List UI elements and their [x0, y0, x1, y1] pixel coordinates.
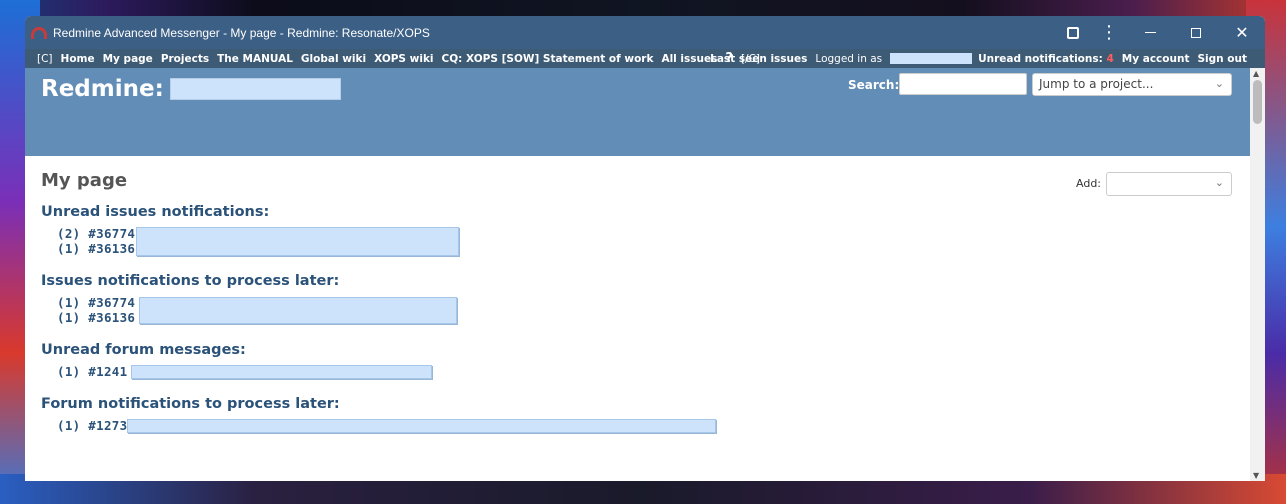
- main-content: My page Add: ⌄ Unread issues notificatio…: [25, 156, 1265, 480]
- notification-item[interactable]: (1) #36136: [57, 310, 135, 325]
- notification-item[interactable]: (1) #36774: [57, 295, 135, 310]
- menu-the-manual[interactable]: The MANUAL: [217, 53, 293, 65]
- add-label: Add:: [1076, 177, 1102, 190]
- menu-last-seen-issues[interactable]: Last seen issues: [710, 53, 807, 65]
- scroll-up-icon[interactable]: ▲: [1253, 69, 1259, 78]
- unread-count: 4: [1106, 52, 1114, 65]
- site-title: Redmine:: [41, 76, 341, 102]
- menu-cq-sow[interactable]: CQ: XOPS [SOW] Statement of work: [442, 53, 654, 65]
- page-header: Redmine: Search: Jump to a project... ⌄: [25, 68, 1265, 156]
- logged-in-label: Logged in as: [815, 52, 883, 65]
- menu-my-account[interactable]: My account: [1122, 53, 1190, 65]
- jump-to-project-select[interactable]: Jump to a project... ⌄: [1032, 73, 1232, 96]
- notification-item[interactable]: (1) #1241: [57, 364, 127, 379]
- puzzle-icon: [1067, 26, 1079, 39]
- redacted-project-name: [169, 78, 341, 100]
- menu-marker-open: [C]: [37, 52, 53, 65]
- top-menu: [C] Home My page Projects The MANUAL Glo…: [25, 49, 1265, 68]
- redacted-issue-titles: [136, 227, 459, 256]
- notification-item[interactable]: (1) #1273: [57, 418, 127, 433]
- browser-window: Redmine Advanced Messenger - My page - R…: [25, 16, 1265, 481]
- title-bar: Redmine Advanced Messenger - My page - R…: [25, 16, 1265, 49]
- menu-sign-out[interactable]: Sign out: [1197, 53, 1247, 65]
- site-title-text: Redmine:: [41, 76, 164, 102]
- redacted-forum-title: [127, 419, 716, 433]
- maximize-button[interactable]: [1173, 16, 1219, 49]
- unread-notifications-link[interactable]: Unread notifications: 4: [978, 53, 1114, 65]
- section-issues-later-heading: Issues notifications to process later:: [41, 273, 340, 289]
- menu-button[interactable]: ⋮: [1091, 16, 1127, 49]
- menu-home[interactable]: Home: [61, 53, 95, 65]
- redacted-username: [890, 53, 973, 64]
- vertical-scrollbar[interactable]: ▲ ▼: [1250, 68, 1265, 481]
- unread-notifications-label: Unread notifications:: [978, 52, 1103, 65]
- maximize-icon: [1191, 27, 1201, 38]
- menu-projects[interactable]: Projects: [161, 53, 209, 65]
- top-menu-left: [C] Home My page Projects The MANUAL Glo…: [37, 49, 768, 68]
- search-label: Search:: [848, 78, 900, 92]
- window-title: Redmine Advanced Messenger - My page - R…: [53, 25, 430, 40]
- close-icon: ✕: [1235, 23, 1249, 42]
- top-menu-right: Last seen issues Logged in as Unread not…: [710, 49, 1247, 68]
- section-unread-issues-heading: Unread issues notifications:: [41, 204, 270, 220]
- redmine-app-icon: [31, 26, 47, 39]
- close-button[interactable]: ✕: [1219, 16, 1265, 49]
- redacted-forum-title: [131, 365, 432, 379]
- search-input[interactable]: [899, 73, 1027, 95]
- menu-global-wiki[interactable]: Global wiki: [301, 53, 366, 65]
- scroll-down-icon[interactable]: ▼: [1253, 471, 1259, 480]
- extensions-button[interactable]: [1055, 16, 1091, 49]
- redacted-issue-titles: [139, 297, 457, 324]
- chevron-down-icon: ⌄: [1214, 77, 1224, 90]
- notification-item[interactable]: (1) #36136: [57, 241, 135, 256]
- more-vert-icon: ⋮: [1100, 21, 1118, 43]
- scrollbar-thumb[interactable]: [1253, 80, 1262, 124]
- notification-item[interactable]: (2) #36774: [57, 226, 135, 241]
- add-block-select[interactable]: ⌄: [1106, 172, 1232, 196]
- menu-my-page[interactable]: My page: [103, 53, 153, 65]
- chevron-down-icon: ⌄: [1214, 176, 1224, 189]
- jump-to-project-text: Jump to a project...: [1039, 77, 1154, 91]
- section-forum-later-heading: Forum notifications to process later:: [41, 396, 340, 412]
- section-forum-unread-heading: Unread forum messages:: [41, 342, 246, 358]
- menu-xops-wiki[interactable]: XOPS wiki: [374, 53, 433, 65]
- window-controls: ⋮ ✕: [1055, 16, 1265, 49]
- page-title: My page: [41, 170, 128, 191]
- minimize-button[interactable]: [1127, 16, 1173, 49]
- minimize-icon: [1144, 32, 1156, 33]
- menu-all-issues[interactable]: All issues: [661, 53, 717, 65]
